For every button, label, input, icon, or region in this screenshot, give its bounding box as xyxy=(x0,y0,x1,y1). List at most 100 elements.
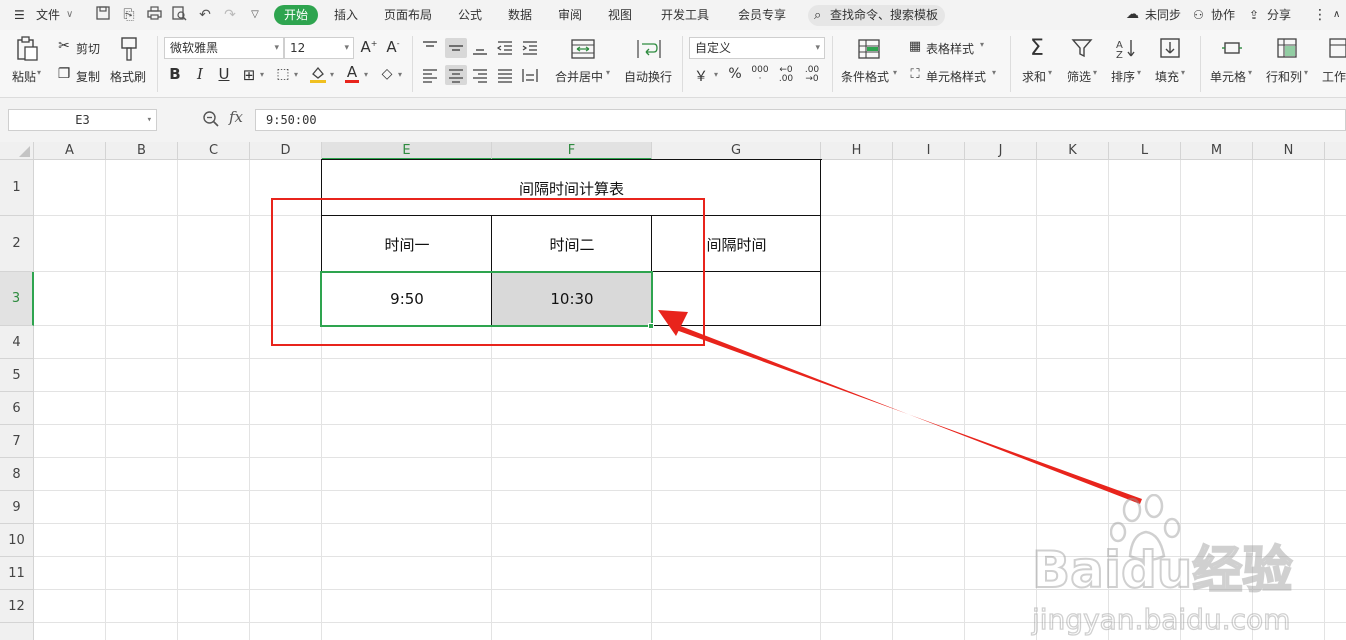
file-menu[interactable]: 文件 xyxy=(36,0,60,30)
tab-developer[interactable]: 开发工具 xyxy=(661,0,709,30)
wrap-text-button[interactable]: 自动换行 xyxy=(624,68,672,85)
wrap-text-icon[interactable] xyxy=(636,38,662,62)
chevron-down-icon[interactable]: ▾ xyxy=(292,70,300,79)
paste-dropdown-icon[interactable]: ▾ xyxy=(37,68,41,77)
conditional-format-button[interactable]: 条件格式 xyxy=(841,68,889,85)
chevron-down-icon[interactable]: ▾ xyxy=(893,68,897,77)
chevron-down-icon[interactable]: ▾ xyxy=(1048,68,1052,77)
format-painter-button[interactable]: 格式刷 xyxy=(110,68,146,85)
font-size-select[interactable]: 12 ▾ xyxy=(284,37,354,59)
chevron-down-icon[interactable]: ▾ xyxy=(992,68,996,77)
sum-icon[interactable]: Σ xyxy=(1025,36,1049,62)
collapse-ribbon-icon[interactable]: ∧ xyxy=(1333,0,1340,30)
formula-input[interactable]: 9:50:00 xyxy=(255,109,1346,131)
redo-icon[interactable]: ↷ xyxy=(221,6,239,24)
format-painter-icon[interactable] xyxy=(117,36,141,64)
sort-button[interactable]: 排序 xyxy=(1111,68,1135,85)
row-col-icon[interactable] xyxy=(1275,37,1299,61)
zoom-formula-icon[interactable] xyxy=(202,110,220,130)
chevron-down-icon[interactable]: ▾ xyxy=(258,70,266,79)
collab-button[interactable]: 协作 xyxy=(1211,0,1235,30)
tab-view[interactable]: 视图 xyxy=(608,0,632,30)
align-top-icon[interactable] xyxy=(420,38,440,58)
merge-dropdown-icon[interactable]: ▾ xyxy=(606,68,610,77)
print-icon[interactable] xyxy=(145,6,163,24)
borders-icon[interactable]: ⊞ xyxy=(240,66,258,84)
chevron-down-icon[interactable]: ▾ xyxy=(712,70,720,79)
share-button[interactable]: 分享 xyxy=(1267,0,1291,30)
chevron-down-icon[interactable]: ▾ xyxy=(1304,68,1308,77)
thousands-separator-icon[interactable]: 000 · xyxy=(750,66,770,84)
align-left-icon[interactable] xyxy=(420,65,440,85)
chevron-down-icon[interactable]: ▾ xyxy=(1093,68,1097,77)
paste-button[interactable]: 粘贴 xyxy=(12,68,36,85)
filter-button[interactable]: 筛选 xyxy=(1067,68,1091,85)
chevron-down-icon[interactable]: ▾ xyxy=(1181,68,1185,77)
fill-icon[interactable] xyxy=(1158,37,1182,61)
increase-decimal-icon[interactable]: ←0.00 xyxy=(776,66,796,84)
decrease-font-icon[interactable]: A- xyxy=(384,38,402,56)
number-format-select[interactable]: 自定义 ▾ xyxy=(689,37,825,59)
quick-access-dropdown-icon[interactable]: ▽ xyxy=(246,6,264,24)
currency-icon[interactable]: ￥ xyxy=(694,66,708,86)
worksheet-button[interactable]: 工作 xyxy=(1322,68,1346,85)
increase-indent-icon[interactable] xyxy=(520,38,540,58)
align-center-icon[interactable] xyxy=(445,65,467,85)
tab-start[interactable]: 开始 xyxy=(274,5,318,25)
merge-center-icon[interactable] xyxy=(570,38,596,62)
tab-page-layout[interactable]: 页面布局 xyxy=(384,0,432,30)
insert-function-button[interactable]: fx xyxy=(229,108,243,126)
font-name-select[interactable]: 微软雅黑 ▾ xyxy=(164,37,284,59)
cell-button[interactable]: 单元格 xyxy=(1210,68,1246,85)
eraser-icon[interactable]: ◇ xyxy=(378,66,396,82)
decrease-decimal-icon[interactable]: .00 →0 xyxy=(802,66,822,84)
filter-icon[interactable] xyxy=(1070,37,1094,61)
cell-fill-pattern-icon[interactable]: ⬚ xyxy=(274,66,292,82)
more-options-icon[interactable]: ⋮ xyxy=(1313,0,1327,30)
font-color-icon[interactable]: A xyxy=(343,63,361,85)
chevron-down-icon[interactable]: ▾ xyxy=(396,70,404,79)
tab-data[interactable]: 数据 xyxy=(508,0,532,30)
tab-insert[interactable]: 插入 xyxy=(334,0,358,30)
chevron-down-icon[interactable]: ▾ xyxy=(1248,68,1252,77)
save-icon[interactable] xyxy=(94,6,112,24)
sort-icon[interactable]: AZ xyxy=(1114,37,1138,61)
chevron-down-icon[interactable]: ▾ xyxy=(328,70,336,79)
tab-member[interactable]: 会员专享 xyxy=(738,0,786,30)
fill-button[interactable]: 填充 xyxy=(1155,68,1179,85)
cell-style-button[interactable]: 单元格样式 xyxy=(926,68,986,85)
align-bottom-icon[interactable] xyxy=(470,38,490,58)
merge-center-button[interactable]: 合并居中 xyxy=(555,68,603,85)
chevron-down-icon[interactable]: ▾ xyxy=(980,40,984,49)
export-icon[interactable]: ⎘ xyxy=(120,6,138,24)
chevron-down-icon[interactable]: ▾ xyxy=(1137,68,1141,77)
hamburger-menu-icon[interactable]: ☰ xyxy=(14,0,25,30)
copy-button[interactable]: 复制 xyxy=(76,68,100,85)
sum-button[interactable]: 求和 xyxy=(1022,68,1046,85)
paste-icon[interactable] xyxy=(14,36,40,64)
conditional-format-icon[interactable] xyxy=(856,38,882,62)
sync-status[interactable]: 未同步 xyxy=(1145,0,1181,30)
cut-button[interactable]: 剪切 xyxy=(76,40,100,57)
bold-icon[interactable]: B xyxy=(166,65,184,83)
decrease-indent-icon[interactable] xyxy=(495,38,515,58)
worksheet-icon[interactable] xyxy=(1328,37,1346,61)
chevron-down-icon[interactable]: ∨ xyxy=(66,0,73,30)
justify-icon[interactable] xyxy=(495,65,515,85)
cell-icon[interactable] xyxy=(1220,37,1244,61)
row-col-button[interactable]: 行和列 xyxy=(1266,68,1302,85)
percent-button[interactable]: % xyxy=(727,66,743,82)
print-preview-icon[interactable] xyxy=(170,6,188,24)
table-style-button[interactable]: 表格样式 xyxy=(926,40,974,57)
italic-icon[interactable]: I xyxy=(191,65,209,83)
fill-color-icon[interactable] xyxy=(309,64,327,84)
increase-font-icon[interactable]: A+ xyxy=(360,38,378,56)
underline-icon[interactable]: U xyxy=(215,65,233,83)
align-right-icon[interactable] xyxy=(470,65,490,85)
chevron-down-icon[interactable]: ▾ xyxy=(362,70,370,79)
tab-review[interactable]: 审阅 xyxy=(558,0,582,30)
name-box[interactable]: E3 ▾ xyxy=(8,109,157,131)
undo-icon[interactable]: ↶ xyxy=(196,6,214,24)
tab-formulas[interactable]: 公式 xyxy=(458,0,482,30)
align-middle-icon[interactable] xyxy=(445,38,467,58)
